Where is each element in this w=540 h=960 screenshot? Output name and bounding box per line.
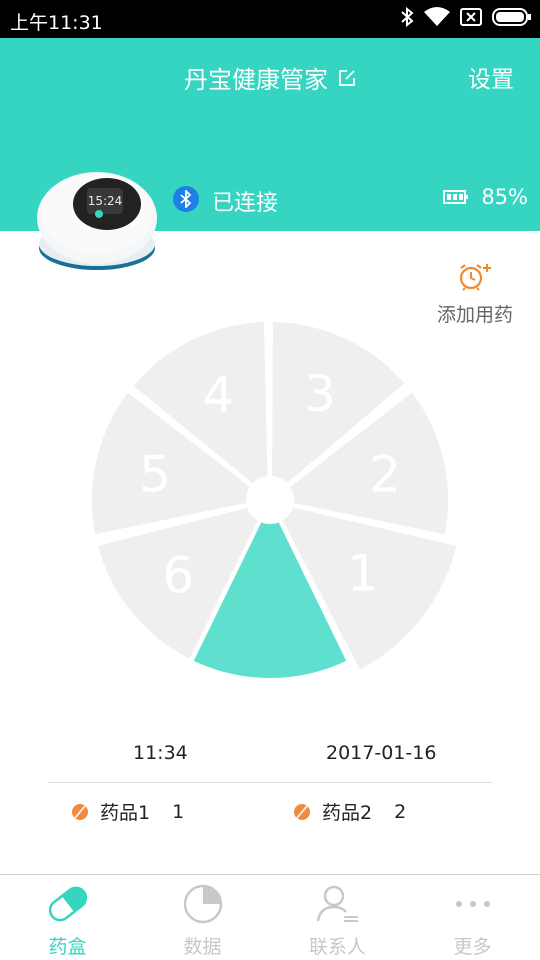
- status-time: 上午11:31: [10, 12, 103, 34]
- status-bar: 上午11:31: [0, 0, 540, 38]
- compartment-number: 5: [139, 445, 171, 503]
- pie-chart-icon: [180, 881, 226, 927]
- alarm-clock-plus-icon: [459, 264, 491, 291]
- contacts-icon: [315, 881, 361, 927]
- bluetooth-icon: [400, 6, 414, 31]
- divider: [48, 782, 492, 783]
- pill-capsule-icon: [45, 881, 91, 927]
- schedule-row: 11:34 2017-01-16: [0, 742, 540, 772]
- medication-item[interactable]: 药品1 1: [72, 798, 184, 825]
- medication-count: 2: [394, 800, 407, 823]
- wheel-hub: [248, 478, 292, 522]
- medication-item[interactable]: 药品2 2: [294, 798, 406, 825]
- title-wrap[interactable]: 丹宝健康管家: [184, 60, 356, 95]
- status-icons: [400, 6, 532, 32]
- sim-off-icon: [460, 8, 482, 30]
- bottom-tab-bar: 药盒 数据 联系人 更多: [0, 874, 540, 960]
- medication-name: 药品2: [322, 802, 373, 824]
- tab-contacts[interactable]: 联系人: [270, 875, 405, 960]
- battery-icon: [492, 7, 532, 31]
- schedule-time: 11:34: [133, 742, 188, 764]
- tab-label: 药盒: [48, 936, 87, 958]
- compartment-number: 1: [347, 545, 379, 603]
- compartment-number: 2: [369, 445, 401, 503]
- device-battery-icon: [443, 190, 469, 204]
- connection-status: 已连接: [212, 191, 279, 216]
- pill-icon: [72, 803, 88, 820]
- tab-label: 更多: [453, 936, 492, 958]
- compartment-number: 3: [304, 365, 336, 423]
- medication-count: 1: [172, 800, 185, 823]
- tab-more[interactable]: 更多: [405, 875, 540, 960]
- edit-icon[interactable]: [338, 69, 356, 87]
- app-title-bar: 丹宝健康管家: [0, 60, 540, 95]
- tab-label: 数据: [183, 936, 222, 958]
- pillbox-wheel: 1 23 45 6: [88, 317, 462, 682]
- settings-button[interactable]: 设置: [468, 60, 514, 94]
- schedule-date: 2017-01-16: [326, 742, 437, 764]
- more-dots-icon: [450, 881, 496, 927]
- pill-icon: [294, 803, 310, 820]
- device-screen-time: 15:24: [88, 194, 123, 208]
- tab-label: 联系人: [308, 936, 366, 958]
- compartment-number: 6: [162, 546, 194, 604]
- device-battery: 85%: [443, 185, 528, 209]
- bluetooth-badge-icon: [173, 186, 199, 212]
- tab-pillbox[interactable]: 药盒: [0, 875, 135, 960]
- battery-percent: 85%: [481, 185, 528, 209]
- page-title: 丹宝健康管家: [184, 66, 328, 94]
- wifi-icon: [424, 7, 450, 31]
- tab-data[interactable]: 数据: [135, 875, 270, 960]
- medication-name: 药品1: [100, 802, 151, 824]
- pillbox-device-image: 15:24: [37, 172, 157, 270]
- compartment-number: 4: [202, 366, 234, 424]
